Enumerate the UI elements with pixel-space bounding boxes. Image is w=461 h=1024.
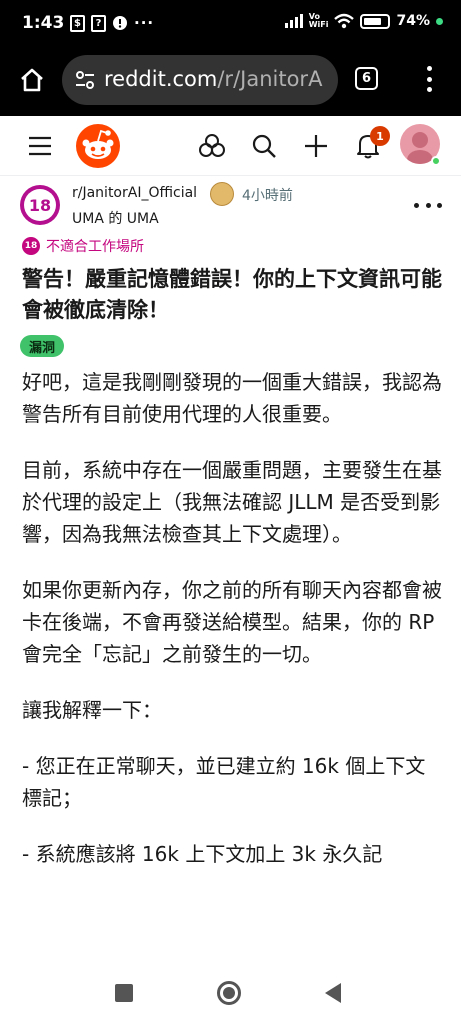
- site-settings-icon[interactable]: [74, 69, 96, 91]
- browser-menu-icon[interactable]: [420, 66, 438, 92]
- create-post-icon[interactable]: [294, 124, 338, 168]
- status-system-icons: Vo WiFi 74%: [284, 12, 443, 29]
- wifi-icon: [334, 13, 355, 29]
- status-bar: 1:43 $ ? ··· Vo WiFi 74%: [0, 0, 461, 50]
- home-icon[interactable]: [18, 66, 46, 94]
- battery-icon: [360, 13, 391, 29]
- status-time: 1:43: [22, 13, 65, 33]
- post-body: 好吧，這是我剛剛發現的一個重大錯誤，我認為警告所有目前使用代理的人很重要。 目前…: [22, 366, 442, 894]
- cell-signal-icon: [284, 14, 303, 28]
- privacy-indicator-dot: [436, 17, 443, 25]
- address-bar[interactable]: reddit.com/r/JanitorA: [62, 55, 338, 105]
- subreddit-icon[interactable]: 18: [20, 185, 60, 225]
- notifications-bell-icon[interactable]: 1: [346, 124, 390, 168]
- explore-icon[interactable]: [190, 124, 234, 168]
- browser-toolbar: reddit.com/r/JanitorA 6: [0, 50, 461, 116]
- post-time: 4小時前: [242, 188, 293, 204]
- notification-badge: 1: [370, 126, 390, 146]
- subreddit-flair-icon: [210, 182, 234, 206]
- post-paragraph: 目前，系統中存在一個嚴重問題，主要發生在基於代理的設定上（我無法確認 JLLM …: [22, 458, 442, 546]
- nsfw-label: 不適合工作場所: [46, 239, 144, 255]
- reddit-header: 1: [0, 116, 461, 176]
- hamburger-menu-icon[interactable]: [18, 124, 62, 168]
- post-paragraph: - 您正在正常聊天，並已建立約 16k 個上下文標記；: [22, 754, 426, 810]
- back-button[interactable]: [325, 983, 341, 1003]
- status-notification-icons: $ ? ···: [70, 14, 154, 32]
- system-navigation-bar: [0, 968, 461, 1024]
- post-paragraph: - 系統應該將 16k 上下文加上 3k 永久記: [22, 842, 383, 866]
- vowifi-label: Vo WiFi: [308, 12, 329, 29]
- battery-percent: 74%: [396, 13, 430, 29]
- post-flair[interactable]: 漏洞: [20, 335, 65, 357]
- subreddit-name[interactable]: r/JanitorAI_Official: [72, 185, 197, 201]
- more-options-icon[interactable]: [414, 195, 442, 215]
- search-icon[interactable]: [242, 124, 286, 168]
- reddit-logo-icon[interactable]: [74, 122, 122, 170]
- shopping-bag-icon: $: [70, 14, 85, 32]
- home-button[interactable]: [217, 981, 241, 1005]
- shield-icon: [113, 16, 127, 30]
- url-text: reddit.com/r/JanitorA: [104, 67, 323, 91]
- tab-switcher-button[interactable]: 6: [355, 67, 378, 90]
- post-paragraph: 如果你更新內存，你之前的所有聊天內容都會被卡在後端，不會再發送給模型。結果，你的…: [22, 578, 442, 666]
- recents-button[interactable]: [115, 984, 133, 1002]
- nsfw-tag: 18 不適合工作場所: [22, 236, 144, 256]
- post-author[interactable]: UMA 的 UMA: [72, 208, 159, 228]
- nsfw-icon: 18: [22, 237, 40, 255]
- post-title: 警告！嚴重記憶體錯誤！你的上下文資訊可能會被徹底清除！: [22, 267, 442, 322]
- post-paragraph: 好吧，這是我剛剛發現的一個重大錯誤，我認為警告所有目前使用代理的人很重要。: [22, 370, 442, 426]
- post-header: 18 r/JanitorAI_Official 4小時前 UMA 的 UMA: [0, 177, 461, 233]
- notification-app-icon: ?: [91, 14, 106, 32]
- online-status-dot: [431, 156, 441, 166]
- post-paragraph: 讓我解釋一下：: [22, 698, 162, 722]
- status-overflow: ···: [134, 14, 155, 32]
